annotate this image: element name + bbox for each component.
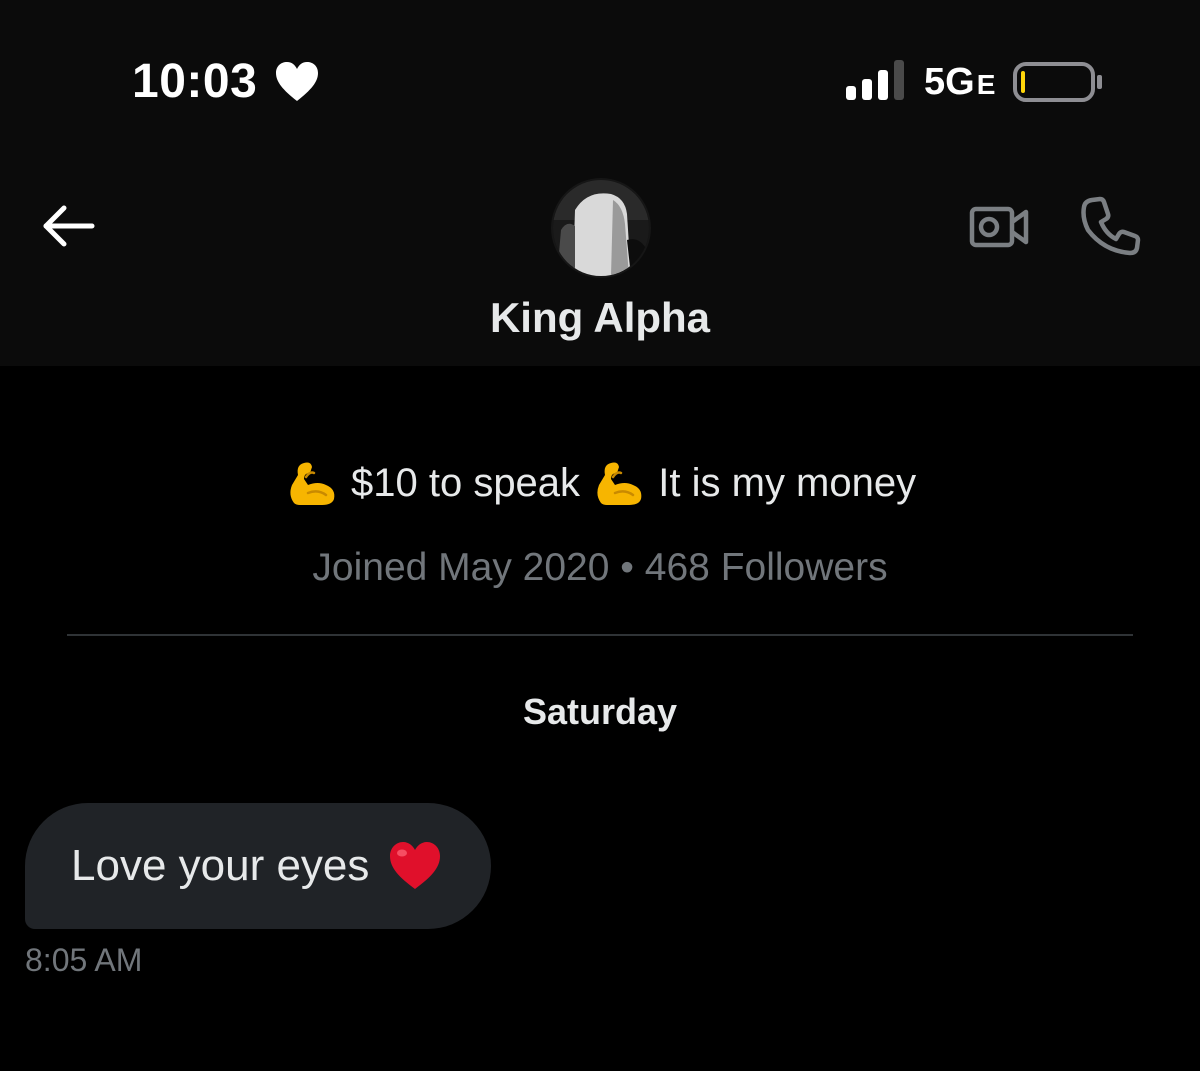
back-arrow-icon [43, 205, 95, 247]
video-call-button[interactable] [968, 200, 1030, 254]
meta-separator: • [620, 546, 634, 589]
avatar[interactable] [553, 180, 649, 276]
flexed-biceps-icon [290, 462, 335, 505]
battery-icon [1013, 62, 1102, 102]
avatar-image [553, 180, 649, 276]
back-button[interactable] [38, 200, 98, 252]
network-suffix: E [976, 69, 996, 100]
divider [67, 634, 1133, 636]
heart-icon [276, 62, 318, 101]
day-separator: Saturday [522, 691, 678, 732]
signal-icon [846, 60, 904, 100]
bio-text-part2: It is my money [647, 461, 917, 505]
message-timestamp: 8:05 AM [25, 942, 143, 978]
followers-count[interactable]: 468 Followers [645, 546, 888, 589]
status-time: 10:03 [132, 55, 258, 108]
joined-date: Joined May 2020 [312, 546, 610, 589]
phone-call-button[interactable] [1078, 194, 1142, 258]
network-indicator: 5GE [924, 60, 995, 107]
message-text: Love your eyes [71, 841, 370, 890]
message-bubble[interactable]: Love your eyes [25, 803, 491, 929]
contact-name[interactable]: King Alpha [0, 290, 1200, 346]
flexed-biceps-icon [597, 462, 642, 505]
phone-icon [1081, 196, 1141, 256]
bio-text-part1: $10 to speak [339, 461, 592, 505]
network-label: 5G [924, 61, 975, 103]
profile-meta: Joined May 2020 • 468 Followers [0, 540, 1200, 596]
video-camera-icon [969, 206, 1029, 248]
red-heart-icon [390, 842, 440, 889]
profile-bio: $10 to speak It is my money [0, 454, 1200, 512]
